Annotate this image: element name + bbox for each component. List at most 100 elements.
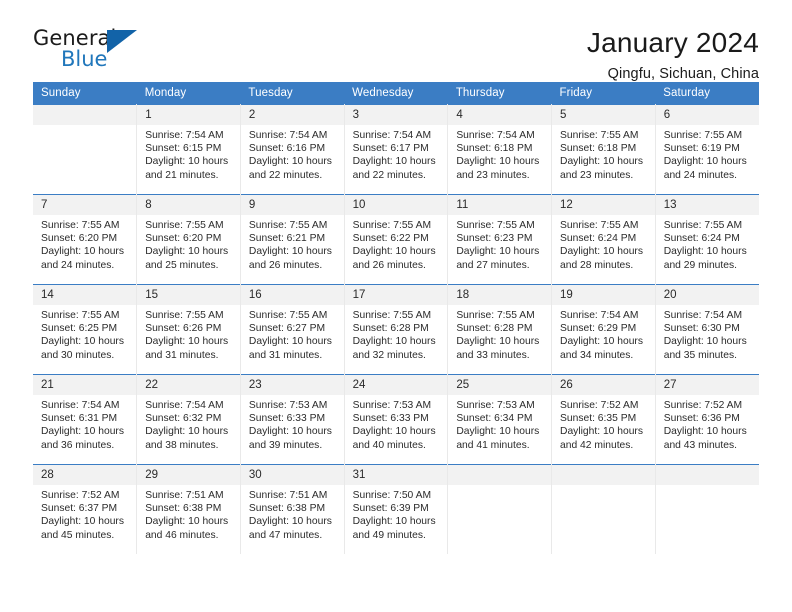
day-number: 3 [344, 105, 448, 125]
day-cell[interactable]: 31 Sunrise: 7:50 AM Sunset: 6:39 PM Dayl… [344, 464, 449, 554]
day-cell[interactable]: 8 Sunrise: 7:55 AM Sunset: 6:20 PM Dayli… [136, 194, 241, 285]
daylight-text-line1: Daylight: 10 hours [560, 246, 644, 258]
day-cell[interactable]: 2 Sunrise: 7:54 AM Sunset: 6:16 PM Dayli… [240, 104, 345, 195]
day-cell[interactable] [33, 104, 138, 195]
daylight-text-line2: and 23 minutes. [560, 169, 634, 181]
day-info: Sunrise: 7:55 AM Sunset: 6:24 PM Dayligh… [656, 215, 759, 272]
day-cell[interactable]: 27 Sunrise: 7:52 AM Sunset: 6:36 PM Dayl… [655, 374, 759, 465]
day-cell[interactable]: 16 Sunrise: 7:55 AM Sunset: 6:27 PM Dayl… [240, 284, 345, 375]
daylight-text-line2: and 49 minutes. [352, 529, 426, 541]
day-cell[interactable]: 20 Sunrise: 7:54 AM Sunset: 6:30 PM Dayl… [655, 284, 759, 375]
day-cell[interactable]: 30 Sunrise: 7:51 AM Sunset: 6:38 PM Dayl… [240, 464, 345, 554]
day-number: 7 [33, 195, 137, 215]
daylight-text-line2: and 36 minutes. [41, 439, 115, 451]
sunset-text: Sunset: 6:23 PM [456, 233, 533, 245]
sunrise-text: Sunrise: 7:54 AM [456, 130, 535, 141]
day-cell[interactable]: 18 Sunrise: 7:55 AM Sunset: 6:28 PM Dayl… [447, 284, 553, 375]
sunrise-text: Sunrise: 7:52 AM [41, 490, 120, 501]
day-cell[interactable]: 22 Sunrise: 7:54 AM Sunset: 6:32 PM Dayl… [136, 374, 241, 465]
day-number: 20 [655, 285, 759, 305]
day-number: 27 [655, 375, 759, 395]
day-cell[interactable]: 7 Sunrise: 7:55 AM Sunset: 6:20 PM Dayli… [33, 194, 138, 285]
day-info: Sunrise: 7:55 AM Sunset: 6:19 PM Dayligh… [656, 125, 759, 182]
day-cell[interactable]: 12 Sunrise: 7:55 AM Sunset: 6:24 PM Dayl… [551, 194, 656, 285]
daylight-text-line2: and 31 minutes. [145, 349, 219, 361]
day-cell[interactable]: 29 Sunrise: 7:51 AM Sunset: 6:38 PM Dayl… [136, 464, 241, 554]
sunset-text: Sunset: 6:19 PM [663, 143, 740, 155]
daylight-text-line1: Daylight: 10 hours [41, 336, 124, 348]
day-info: Sunrise: 7:55 AM Sunset: 6:21 PM Dayligh… [241, 215, 344, 272]
sunrise-text: Sunrise: 7:55 AM [145, 220, 224, 231]
daylight-text-line1: Daylight: 10 hours [663, 156, 747, 168]
sunset-text: Sunset: 6:33 PM [248, 413, 326, 425]
day-info [33, 125, 136, 129]
page-title: January 2024 [586, 27, 759, 58]
daylight-text-line1: Daylight: 10 hours [145, 426, 229, 438]
day-cell[interactable]: 13 Sunrise: 7:55 AM Sunset: 6:24 PM Dayl… [655, 194, 759, 285]
triangle-icon [107, 30, 137, 53]
daylight-text-line2: and 45 minutes. [41, 529, 115, 541]
day-cell[interactable]: 4 Sunrise: 7:54 AM Sunset: 6:18 PM Dayli… [447, 104, 553, 195]
day-cell[interactable]: 26 Sunrise: 7:52 AM Sunset: 6:35 PM Dayl… [551, 374, 656, 465]
daylight-text-line1: Daylight: 10 hours [248, 156, 332, 168]
day-cell[interactable]: 9 Sunrise: 7:55 AM Sunset: 6:21 PM Dayli… [240, 194, 345, 285]
day-info: Sunrise: 7:52 AM Sunset: 6:37 PM Dayligh… [33, 485, 136, 542]
day-cell[interactable]: 15 Sunrise: 7:55 AM Sunset: 6:26 PM Dayl… [136, 284, 241, 375]
weekday-header-wednesday: Wednesday [344, 82, 448, 105]
day-info: Sunrise: 7:55 AM Sunset: 6:23 PM Dayligh… [448, 215, 551, 272]
day-cell[interactable]: 21 Sunrise: 7:54 AM Sunset: 6:31 PM Dayl… [33, 374, 138, 465]
day-cell[interactable]: 17 Sunrise: 7:55 AM Sunset: 6:28 PM Dayl… [344, 284, 449, 375]
day-cell[interactable]: 6 Sunrise: 7:55 AM Sunset: 6:19 PM Dayli… [655, 104, 759, 195]
day-info: Sunrise: 7:55 AM Sunset: 6:22 PM Dayligh… [345, 215, 448, 272]
day-number [33, 105, 137, 125]
day-number: 12 [552, 195, 655, 215]
day-cell[interactable]: 28 Sunrise: 7:52 AM Sunset: 6:37 PM Dayl… [33, 464, 138, 554]
daylight-text-line1: Daylight: 10 hours [145, 246, 229, 258]
daylight-text-line2: and 25 minutes. [145, 259, 219, 271]
day-cell[interactable]: 25 Sunrise: 7:53 AM Sunset: 6:34 PM Dayl… [447, 374, 553, 465]
sunset-text: Sunset: 6:26 PM [145, 323, 222, 335]
day-cell[interactable]: 1 Sunrise: 7:54 AM Sunset: 6:15 PM Dayli… [136, 104, 241, 195]
day-number: 30 [240, 465, 344, 485]
day-info: Sunrise: 7:54 AM Sunset: 6:30 PM Dayligh… [656, 305, 759, 362]
day-cell[interactable]: 14 Sunrise: 7:55 AM Sunset: 6:25 PM Dayl… [33, 284, 138, 375]
day-number: 19 [552, 285, 655, 305]
day-cell[interactable]: 3 Sunrise: 7:54 AM Sunset: 6:17 PM Dayli… [344, 104, 449, 195]
day-number: 11 [448, 195, 552, 215]
daylight-text-line2: and 22 minutes. [352, 169, 426, 181]
daylight-text-line1: Daylight: 10 hours [352, 516, 436, 528]
sunset-text: Sunset: 6:38 PM [248, 503, 326, 515]
page-subtitle: Qingfu, Sichuan, China [607, 66, 759, 83]
day-cell[interactable]: 19 Sunrise: 7:54 AM Sunset: 6:29 PM Dayl… [551, 284, 656, 375]
sunrise-text: Sunrise: 7:54 AM [145, 130, 224, 141]
day-cell[interactable]: 24 Sunrise: 7:53 AM Sunset: 6:33 PM Dayl… [344, 374, 449, 465]
page-header: General Blue January 2024 Qingfu, Sichua… [33, 0, 759, 82]
day-cell[interactable]: 10 Sunrise: 7:55 AM Sunset: 6:22 PM Dayl… [344, 194, 449, 285]
day-cell[interactable]: 11 Sunrise: 7:55 AM Sunset: 6:23 PM Dayl… [447, 194, 553, 285]
daylight-text-line2: and 34 minutes. [560, 349, 634, 361]
daylight-text-line1: Daylight: 10 hours [456, 156, 540, 168]
daylight-text-line1: Daylight: 10 hours [352, 426, 436, 438]
daylight-text-line2: and 30 minutes. [41, 349, 115, 361]
day-info: Sunrise: 7:54 AM Sunset: 6:17 PM Dayligh… [345, 125, 448, 182]
sunrise-text: Sunrise: 7:55 AM [248, 220, 328, 231]
day-number: 9 [240, 195, 344, 215]
sunset-text: Sunset: 6:18 PM [456, 143, 533, 155]
sunrise-text: Sunrise: 7:55 AM [663, 130, 743, 141]
day-info: Sunrise: 7:53 AM Sunset: 6:33 PM Dayligh… [345, 395, 448, 452]
day-info [656, 485, 759, 489]
calendar-page: General Blue January 2024 Qingfu, Sichua… [0, 0, 792, 612]
day-number: 21 [33, 375, 137, 395]
day-cell[interactable]: 5 Sunrise: 7:55 AM Sunset: 6:18 PM Dayli… [551, 104, 656, 195]
day-number: 31 [344, 465, 448, 485]
sunset-text: Sunset: 6:37 PM [41, 503, 118, 515]
day-info: Sunrise: 7:55 AM Sunset: 6:20 PM Dayligh… [33, 215, 136, 272]
calendar-week-row: 28 Sunrise: 7:52 AM Sunset: 6:37 PM Dayl… [33, 464, 759, 554]
weekday-header-thursday: Thursday [447, 82, 552, 105]
sunrise-text: Sunrise: 7:53 AM [248, 400, 328, 411]
weekday-header-sunday: Sunday [33, 82, 137, 105]
day-number: 16 [240, 285, 344, 305]
sunset-text: Sunset: 6:31 PM [41, 413, 118, 425]
day-number: 2 [240, 105, 344, 125]
day-cell[interactable]: 23 Sunrise: 7:53 AM Sunset: 6:33 PM Dayl… [240, 374, 345, 465]
